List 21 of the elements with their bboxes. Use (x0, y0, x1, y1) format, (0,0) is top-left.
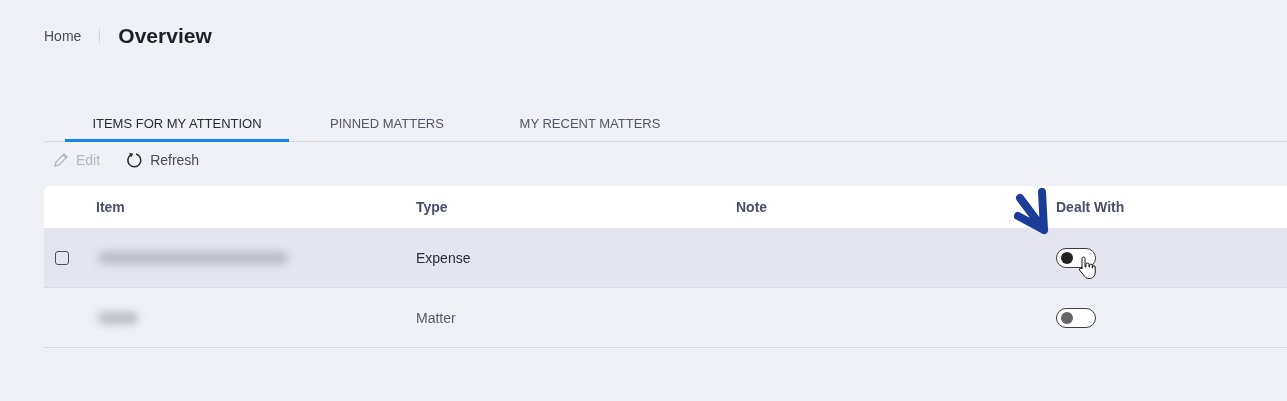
blurred-text (98, 311, 138, 324)
refresh-button[interactable]: Refresh (126, 151, 200, 169)
tab[interactable]: ITEMS FOR MY ATTENTION (65, 108, 289, 142)
hand-cursor-icon (1078, 256, 1096, 280)
table-cell-text: Matter (416, 309, 457, 326)
page-title: Overview (118, 24, 212, 48)
toggle-switch[interactable] (1056, 247, 1096, 268)
table-row[interactable]: Expense (44, 228, 1287, 288)
table-cell-text: Expense (416, 249, 472, 266)
column-header: Dealt With (1056, 199, 1126, 215)
pencil-icon (53, 152, 69, 168)
column-header: Type (416, 199, 449, 215)
row-checkbox[interactable] (55, 250, 69, 265)
column-header: Item (96, 199, 126, 215)
tab[interactable]: MY RECENT MATTERS (485, 108, 695, 142)
home-link[interactable]: Home (44, 28, 82, 44)
tab[interactable]: PINNED MATTERS (289, 108, 485, 142)
refresh-icon (126, 151, 144, 169)
table-row[interactable]: Matter (44, 288, 1287, 348)
column-header: Note (736, 199, 769, 215)
toggle-switch[interactable] (1056, 307, 1096, 328)
